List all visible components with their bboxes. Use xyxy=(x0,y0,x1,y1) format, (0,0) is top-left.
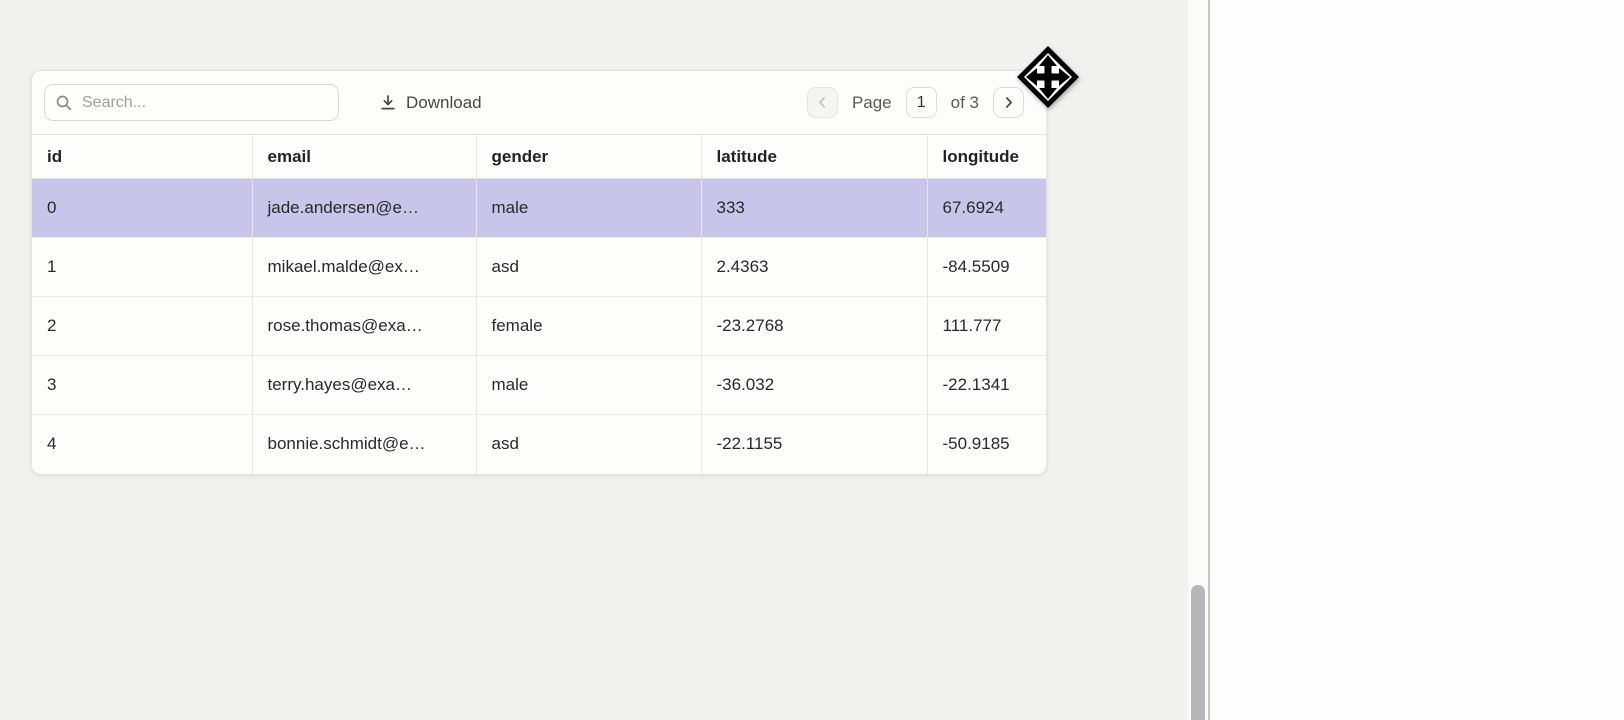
table-cell[interactable]: 67.6924 xyxy=(927,179,1046,238)
table-cell[interactable]: female xyxy=(476,297,701,356)
content-area: Download Page of 3 xyxy=(0,0,1188,720)
next-page-button[interactable] xyxy=(993,87,1024,118)
table-row[interactable]: 1mikael.malde@ex…asd2.4363-84.5509 xyxy=(32,238,1046,297)
chevron-right-icon xyxy=(1001,95,1016,110)
right-panel xyxy=(1210,0,1624,720)
column-header-id[interactable]: id xyxy=(32,135,252,179)
table-header-row: id email gender latitude longitude xyxy=(32,135,1046,179)
column-header-email[interactable]: email xyxy=(252,135,476,179)
table-row[interactable]: 2rose.thomas@exa…female-23.2768111.777 xyxy=(32,297,1046,356)
chevron-left-icon xyxy=(815,95,830,110)
search-icon xyxy=(55,94,73,112)
table-cell[interactable]: bonnie.schmidt@e… xyxy=(252,415,476,474)
table-row[interactable]: 4bonnie.schmidt@e…asd-22.1155-50.9185 xyxy=(32,415,1046,474)
table-cell[interactable]: jade.andersen@e… xyxy=(252,179,476,238)
table-cell[interactable]: male xyxy=(476,179,701,238)
table-cell[interactable]: 1 xyxy=(32,238,252,297)
table-toolbar: Download Page of 3 xyxy=(32,71,1046,134)
download-button[interactable]: Download xyxy=(379,93,482,113)
column-header-latitude[interactable]: latitude xyxy=(701,135,927,179)
data-table: id email gender latitude longitude 0jade… xyxy=(32,134,1046,474)
pagination: Page of 3 xyxy=(807,87,1024,118)
download-icon xyxy=(379,94,397,112)
table-cell[interactable]: 0 xyxy=(32,179,252,238)
table-cell[interactable]: -23.2768 xyxy=(701,297,927,356)
page-number-input[interactable] xyxy=(906,87,937,118)
table-row[interactable]: 3terry.hayes@exa…male-36.032-22.1341 xyxy=(32,356,1046,415)
table-cell[interactable]: 2.4363 xyxy=(701,238,927,297)
table-cell[interactable]: 4 xyxy=(32,415,252,474)
search-input[interactable] xyxy=(82,94,328,112)
download-label: Download xyxy=(406,93,482,113)
table-cell[interactable]: asd xyxy=(476,238,701,297)
table-cell[interactable]: -36.032 xyxy=(701,356,927,415)
table-cell[interactable]: mikael.malde@ex… xyxy=(252,238,476,297)
table-body: 0jade.andersen@e…male33367.69241mikael.m… xyxy=(32,179,1046,474)
table-cell[interactable]: asd xyxy=(476,415,701,474)
column-header-gender[interactable]: gender xyxy=(476,135,701,179)
column-header-longitude[interactable]: longitude xyxy=(927,135,1046,179)
table-cell[interactable]: 333 xyxy=(701,179,927,238)
vertical-scrollbar-thumb[interactable] xyxy=(1191,585,1205,720)
table-cell[interactable]: 3 xyxy=(32,356,252,415)
table-cell[interactable]: -50.9185 xyxy=(927,415,1046,474)
table-cell[interactable]: 2 xyxy=(32,297,252,356)
vertical-scrollbar-track[interactable] xyxy=(1188,0,1208,720)
page-total-label: of 3 xyxy=(951,93,979,113)
table-cell[interactable]: terry.hayes@exa… xyxy=(252,356,476,415)
table-cell[interactable]: rose.thomas@exa… xyxy=(252,297,476,356)
table-cell[interactable]: -22.1155 xyxy=(701,415,927,474)
table-cell[interactable]: -84.5509 xyxy=(927,238,1046,297)
table-cell[interactable]: 111.777 xyxy=(927,297,1046,356)
data-table-card: Download Page of 3 xyxy=(31,70,1047,475)
previous-page-button[interactable] xyxy=(807,87,838,118)
table-cell[interactable]: -22.1341 xyxy=(927,356,1046,415)
page-label: Page xyxy=(852,93,892,113)
table-cell[interactable]: male xyxy=(476,356,701,415)
table-row[interactable]: 0jade.andersen@e…male33367.6924 xyxy=(32,179,1046,238)
search-box[interactable] xyxy=(44,84,339,121)
